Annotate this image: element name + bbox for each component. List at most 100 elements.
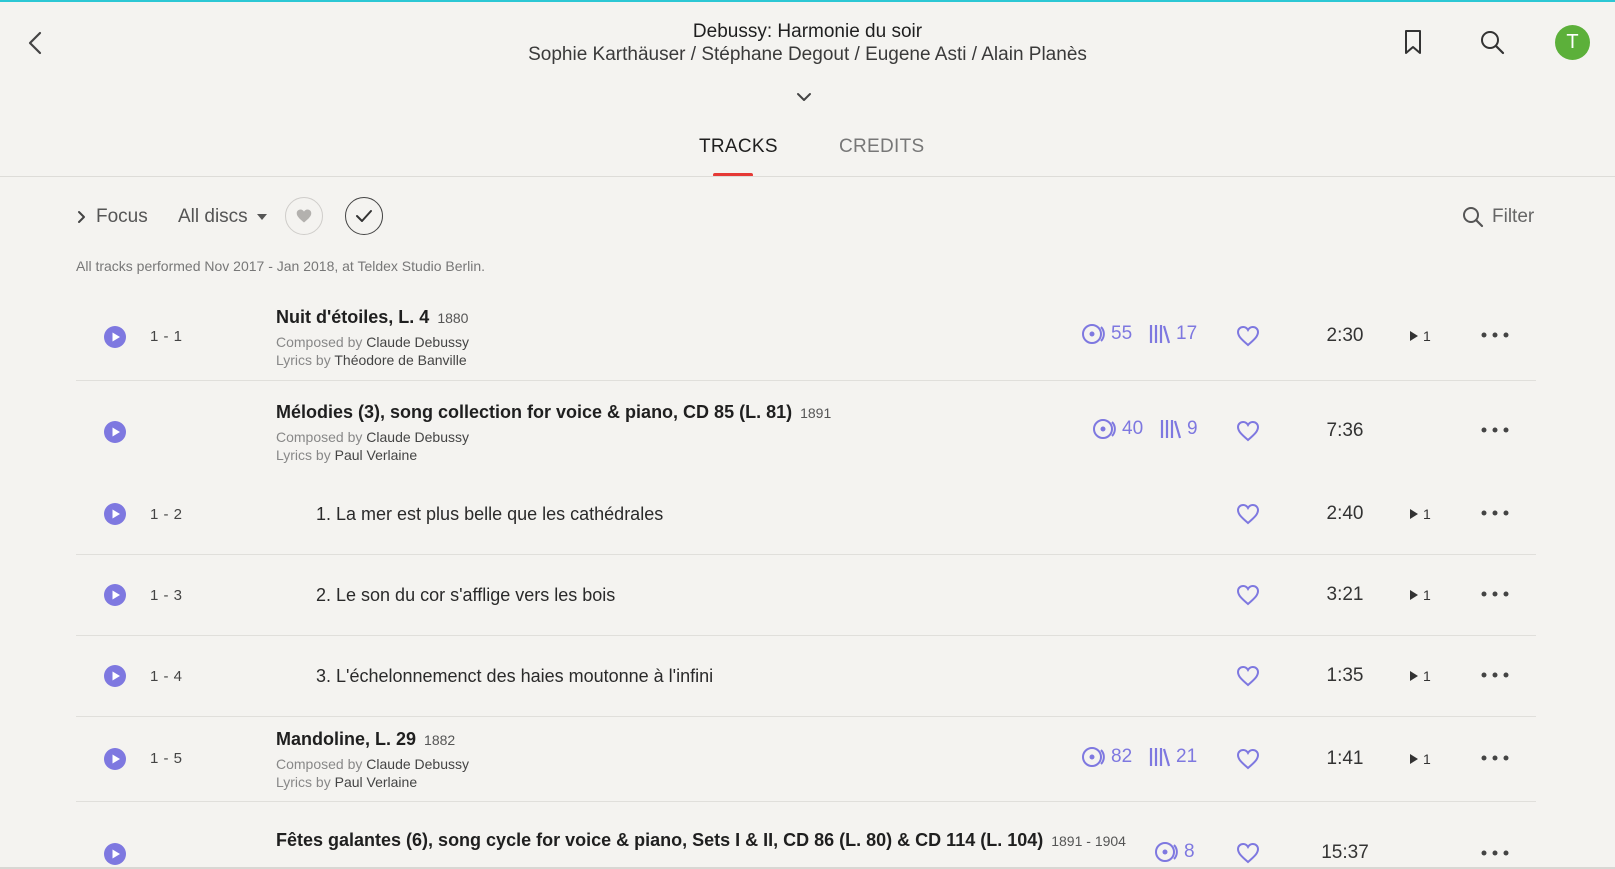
lyricist-line: Lyrics by Paul Verlaine bbox=[276, 774, 418, 790]
heart-icon[interactable] bbox=[1236, 584, 1260, 606]
heart-icon bbox=[296, 209, 312, 223]
work-row[interactable]: Fêtes galantes (6), song cycle for voice… bbox=[76, 802, 1536, 867]
heart-icon[interactable] bbox=[1236, 665, 1260, 687]
lyricist-name[interactable]: Paul Verlaine bbox=[335, 774, 418, 790]
play-circle-icon[interactable] bbox=[104, 326, 126, 348]
more-icon[interactable] bbox=[1480, 753, 1510, 763]
play-icon bbox=[1410, 331, 1418, 341]
work-year: 1891 - 1904 bbox=[1051, 833, 1126, 849]
listens-count: 55 bbox=[1081, 323, 1132, 345]
caret-down-icon bbox=[256, 214, 267, 220]
track-position: 1 - 2 bbox=[150, 506, 183, 523]
movement-title[interactable]: 3. L'échelonnemenct des haies moutonne à… bbox=[316, 666, 713, 687]
heart-icon[interactable] bbox=[1236, 325, 1260, 347]
tab-credits[interactable]: CREDITS bbox=[839, 136, 925, 158]
track-position: 1 - 4 bbox=[150, 668, 183, 685]
heart-icon[interactable] bbox=[1236, 748, 1260, 770]
search-icon bbox=[1463, 207, 1484, 228]
bookmark-icon[interactable] bbox=[1399, 28, 1427, 56]
listens-icon bbox=[1082, 747, 1105, 767]
more-icon[interactable] bbox=[1480, 670, 1510, 680]
play-icon bbox=[1410, 509, 1418, 519]
listens-icon bbox=[1155, 842, 1178, 862]
movement-title[interactable]: 1. La mer est plus belle que les cathédr… bbox=[316, 504, 663, 525]
play-icon bbox=[1410, 754, 1418, 764]
track-position: 1 - 5 bbox=[150, 750, 183, 767]
track-title[interactable]: Mandoline, L. 29 1882 bbox=[276, 729, 455, 750]
more-icon[interactable] bbox=[1480, 425, 1510, 435]
library-count: 9 bbox=[1159, 418, 1198, 440]
tab-tracks[interactable]: TRACKS bbox=[699, 136, 778, 158]
library-count: 21 bbox=[1148, 746, 1197, 768]
composer-name[interactable]: Claude Debussy bbox=[366, 429, 469, 445]
composer-name[interactable]: Claude Debussy bbox=[366, 756, 469, 772]
heart-icon[interactable] bbox=[1236, 503, 1260, 525]
work-title[interactable]: Mélodies (3), song collection for voice … bbox=[276, 402, 831, 423]
library-icon bbox=[1160, 420, 1182, 439]
play-circle-icon[interactable] bbox=[104, 584, 126, 606]
heart-icon[interactable] bbox=[1236, 420, 1260, 442]
library-icon bbox=[1149, 748, 1171, 767]
play-icon bbox=[1410, 590, 1418, 600]
listens-icon bbox=[1082, 324, 1105, 344]
composer-line: Composed by Claude Debussy bbox=[276, 756, 470, 772]
track-row[interactable]: 1 - 4 3. L'échelonnemenct des haies mout… bbox=[76, 636, 1536, 716]
search-icon[interactable] bbox=[1478, 28, 1506, 56]
chevron-right-icon bbox=[78, 211, 85, 223]
play-circle-icon[interactable] bbox=[104, 421, 126, 443]
listens-count: 82 bbox=[1081, 746, 1132, 768]
user-avatar[interactable]: T bbox=[1555, 25, 1590, 60]
purchased-filter-button[interactable] bbox=[345, 197, 383, 235]
more-icon[interactable] bbox=[1480, 848, 1510, 858]
track-duration: 1:35 bbox=[1326, 665, 1364, 686]
discs-dropdown[interactable]: All discs bbox=[178, 206, 268, 228]
top-accent-line bbox=[0, 0, 1615, 2]
lyricist-line: Lyrics by Paul Verlaine bbox=[276, 447, 418, 463]
heart-icon[interactable] bbox=[1236, 842, 1260, 864]
track-row[interactable]: 1 - 3 2. Le son du cor s'afflige vers le… bbox=[76, 555, 1536, 635]
play-count: 1 bbox=[1409, 668, 1431, 684]
more-icon[interactable] bbox=[1480, 508, 1510, 518]
discs-label: All discs bbox=[178, 206, 248, 227]
track-row[interactable]: 1 - 1 Nuit d'étoiles, L. 4 1880 Composed … bbox=[76, 292, 1536, 380]
focus-toggle[interactable]: Focus bbox=[76, 206, 148, 228]
play-circle-icon[interactable] bbox=[104, 503, 126, 525]
composer-line: Composed by Claude Debussy bbox=[276, 334, 470, 350]
track-duration: 2:40 bbox=[1326, 503, 1364, 524]
play-circle-icon[interactable] bbox=[104, 665, 126, 687]
work-title[interactable]: Fêtes galantes (6), song cycle for voice… bbox=[276, 830, 1126, 851]
album-artists[interactable]: Sophie Karthäuser / Stéphane Degout / Eu… bbox=[0, 44, 1615, 66]
track-duration: 3:21 bbox=[1326, 584, 1364, 605]
performance-note: All tracks performed Nov 2017 - Jan 2018… bbox=[76, 258, 486, 274]
track-position: 1 - 3 bbox=[150, 587, 183, 604]
track-title[interactable]: Nuit d'étoiles, L. 4 1880 bbox=[276, 307, 468, 328]
favorites-filter-button[interactable] bbox=[285, 197, 323, 235]
more-icon[interactable] bbox=[1480, 589, 1510, 599]
track-row[interactable]: 1 - 2 1. La mer est plus belle que les c… bbox=[76, 475, 1536, 554]
play-circle-icon[interactable] bbox=[104, 748, 126, 770]
play-circle-icon[interactable] bbox=[104, 843, 126, 865]
more-icon[interactable] bbox=[1480, 330, 1510, 340]
play-count: 1 bbox=[1409, 751, 1431, 767]
work-year: 1891 bbox=[800, 405, 832, 421]
play-icon bbox=[1410, 671, 1418, 681]
play-count: 1 bbox=[1409, 587, 1431, 603]
track-duration: 1:41 bbox=[1326, 748, 1364, 769]
play-count: 1 bbox=[1409, 328, 1431, 344]
track-row[interactable]: 1 - 5 Mandoline, L. 29 1882 Composed by C… bbox=[76, 717, 1536, 801]
composer-line: Composed by Claude Debussy bbox=[276, 429, 470, 445]
work-row[interactable]: Mélodies (3), song collection for voice … bbox=[76, 381, 1536, 475]
lyricist-name[interactable]: Théodore de Banville bbox=[334, 352, 466, 368]
work-duration: 15:37 bbox=[1321, 842, 1369, 863]
listens-count: 40 bbox=[1092, 418, 1143, 440]
library-count: 17 bbox=[1148, 323, 1197, 345]
filter-button[interactable]: Filter bbox=[1462, 206, 1534, 228]
chevron-down-icon[interactable] bbox=[795, 88, 813, 106]
play-count: 1 bbox=[1409, 506, 1431, 522]
movement-title[interactable]: 2. Le son du cor s'afflige vers les bois bbox=[316, 585, 615, 606]
lyricist-line: Lyrics by Théodore de Banville bbox=[276, 352, 467, 368]
lyricist-name[interactable]: Paul Verlaine bbox=[335, 447, 418, 463]
tabs-divider bbox=[0, 176, 1615, 177]
track-position: 1 - 1 bbox=[150, 328, 183, 345]
composer-name[interactable]: Claude Debussy bbox=[366, 334, 469, 350]
